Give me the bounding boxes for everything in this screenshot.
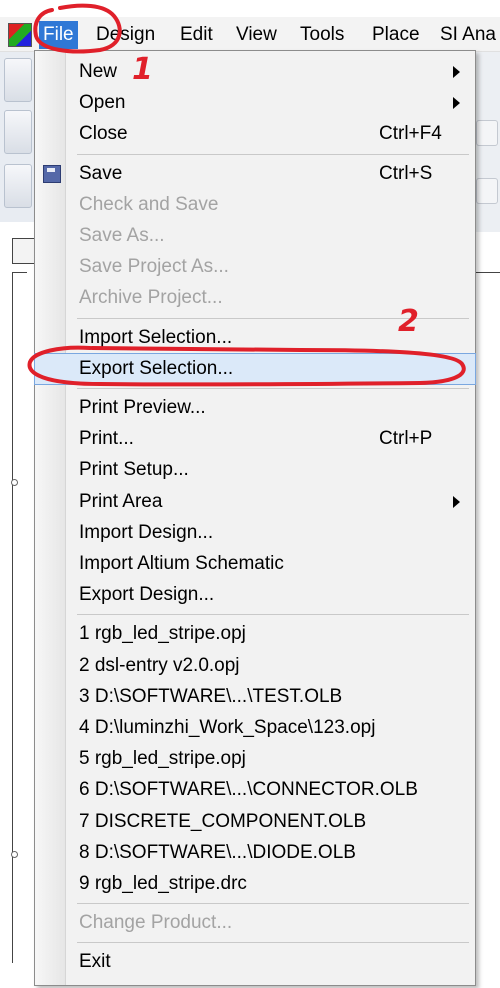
menu-item-save-as: Save As... [35, 221, 475, 251]
menu-item-4-d-luminzhi-work-space-123-opj[interactable]: 4 D:\luminzhi_Work_Space\123.opj [35, 713, 475, 743]
menu-place[interactable]: Place [368, 21, 424, 49]
menu-item-label: Import Altium Schematic [79, 553, 284, 574]
menu-item-export-selection[interactable]: Export Selection... [34, 352, 476, 385]
menu-item-check-and-save: Check and Save [35, 190, 475, 220]
menu-item-shortcut: Ctrl+S [379, 162, 433, 184]
menu-item-print-area[interactable]: Print Area [35, 487, 475, 517]
submenu-arrow-icon [453, 495, 460, 508]
menu-si-analysis[interactable]: SI Ana [436, 21, 500, 49]
menu-item-shortcut: Ctrl+P [379, 428, 433, 450]
menu-separator [77, 942, 469, 944]
toolbar-strip [0, 52, 36, 222]
menu-item-print-setup[interactable]: Print Setup... [35, 455, 475, 485]
menu-item-6-d-software-connector-olb[interactable]: 6 D:\SOFTWARE\...\CONNECTOR.OLB [35, 775, 475, 805]
menu-separator [77, 388, 469, 389]
menu-file[interactable]: File [39, 21, 78, 49]
menu-item-label: New [79, 61, 118, 82]
sheet-zone-marker [11, 479, 18, 486]
menu-item-2-dsl-entry-v2-0-opj[interactable]: 2 dsl-entry v2.0.opj [35, 651, 475, 681]
menu-item-save[interactable]: Save Ctrl+S [35, 159, 475, 189]
menu-design[interactable]: Design [92, 21, 159, 49]
menu-item-label: 6 D:\SOFTWARE\...\CONNECTOR.OLB [79, 779, 418, 801]
menu-item-new[interactable]: New [35, 57, 475, 87]
menu-item-label: Save As... [79, 225, 165, 246]
menu-item-label: Change Product... [79, 912, 233, 934]
menu-item-shortcut: Ctrl+F4 [379, 123, 442, 145]
save-icon [43, 164, 61, 183]
toolbar-icon[interactable] [476, 120, 498, 146]
sheet-zone-marker [11, 851, 18, 858]
menu-item-label: Import Selection... [79, 326, 233, 348]
toolbar-button[interactable] [4, 58, 32, 102]
menu-item-change-product: Change Product... [35, 908, 475, 938]
menu-item-label: Print Preview... [79, 397, 206, 418]
menu-item-7-discrete-component-olb[interactable]: 7 DISCRETE_COMPONENT.OLB [35, 807, 475, 837]
menu-separator [77, 153, 469, 155]
menu-item-import-design[interactable]: Import Design... [35, 518, 475, 548]
menu-item-label: Print Setup... [79, 459, 189, 481]
schematic-sheet-border [11, 272, 27, 963]
menu-item-8-d-software-diode-olb[interactable]: 8 D:\SOFTWARE\...\DIODE.OLB [35, 838, 475, 868]
menu-item-label: Archive Project... [79, 287, 223, 309]
annotation-step-1: 1 [132, 52, 153, 87]
menu-item-label: Print Area [79, 490, 163, 512]
menu-item-label: 1 rgb_led_stripe.opj [79, 623, 246, 645]
menu-item-exit[interactable]: Exit [35, 947, 475, 977]
menu-item-label: Open [79, 92, 126, 114]
menu-tools[interactable]: Tools [296, 21, 348, 49]
menu-separator [77, 903, 469, 905]
menu-item-label: 5 rgb_led_stripe.opj [79, 748, 246, 770]
menu-item-label: Import Design... [79, 521, 214, 543]
menu-item-label: Print... [79, 428, 134, 450]
document-tab[interactable] [12, 238, 36, 264]
menu-item-open[interactable]: Open [35, 88, 475, 118]
menu-item-label: Check and Save [79, 193, 219, 215]
menu-item-print[interactable]: Print... Ctrl+P [35, 424, 475, 454]
menu-item-label: Save Project As... [79, 256, 229, 278]
menu-item-label: Export Selection... [79, 357, 234, 379]
app-logo-icon [8, 23, 32, 47]
menu-view[interactable]: View [232, 21, 281, 49]
menu-item-label: Close [79, 123, 128, 145]
menu-item-label: 9 rgb_led_stripe.drc [79, 873, 247, 894]
menu-item-3-d-software-test-olb[interactable]: 3 D:\SOFTWARE\...\TEST.OLB [35, 682, 475, 712]
annotation-step-2: 2 [398, 304, 419, 339]
menu-item-close[interactable]: Close Ctrl+F4 [35, 119, 475, 149]
menu-item-1-rgb-led-stripe-opj[interactable]: 1 rgb_led_stripe.opj [35, 619, 475, 649]
menu-item-import-altium-schematic[interactable]: Import Altium Schematic [35, 549, 475, 579]
menu-item-label: 3 D:\SOFTWARE\...\TEST.OLB [79, 685, 343, 707]
menu-item-save-project-as: Save Project As... [35, 252, 475, 282]
toolbar-button[interactable] [4, 110, 32, 154]
menu-item-print-preview[interactable]: Print Preview... [35, 393, 475, 423]
toolbar-button[interactable] [4, 164, 32, 208]
menu-item-label: Export Design... [79, 584, 215, 606]
submenu-arrow-icon [453, 97, 460, 110]
menu-item-export-design[interactable]: Export Design... [35, 580, 475, 610]
file-dropdown-menu: New Open Close Ctrl+F4 Save Ctrl+S Check and S… [34, 50, 476, 986]
menu-bar: File Design Edit View Tools Place SI Ana [0, 17, 500, 52]
menu-item-label: 4 D:\luminzhi_Work_Space\123.opj [79, 717, 376, 738]
menu-item-label: Exit [79, 951, 111, 973]
submenu-arrow-icon [453, 66, 460, 78]
menu-item-label: 7 DISCRETE_COMPONENT.OLB [79, 810, 367, 832]
menu-item-5-rgb-led-stripe-opj[interactable]: 5 rgb_led_stripe.opj [35, 744, 475, 774]
menu-item-label: Save [79, 162, 123, 184]
toolbar-icon[interactable] [476, 178, 498, 204]
menu-item-label: 2 dsl-entry v2.0.opj [79, 654, 240, 676]
menu-item-9-rgb-led-stripe-drc[interactable]: 9 rgb_led_stripe.drc [35, 869, 475, 899]
menu-separator [77, 614, 469, 616]
menu-item-label: 8 D:\SOFTWARE\...\DIODE.OLB [79, 841, 356, 863]
menu-edit[interactable]: Edit [176, 21, 217, 49]
